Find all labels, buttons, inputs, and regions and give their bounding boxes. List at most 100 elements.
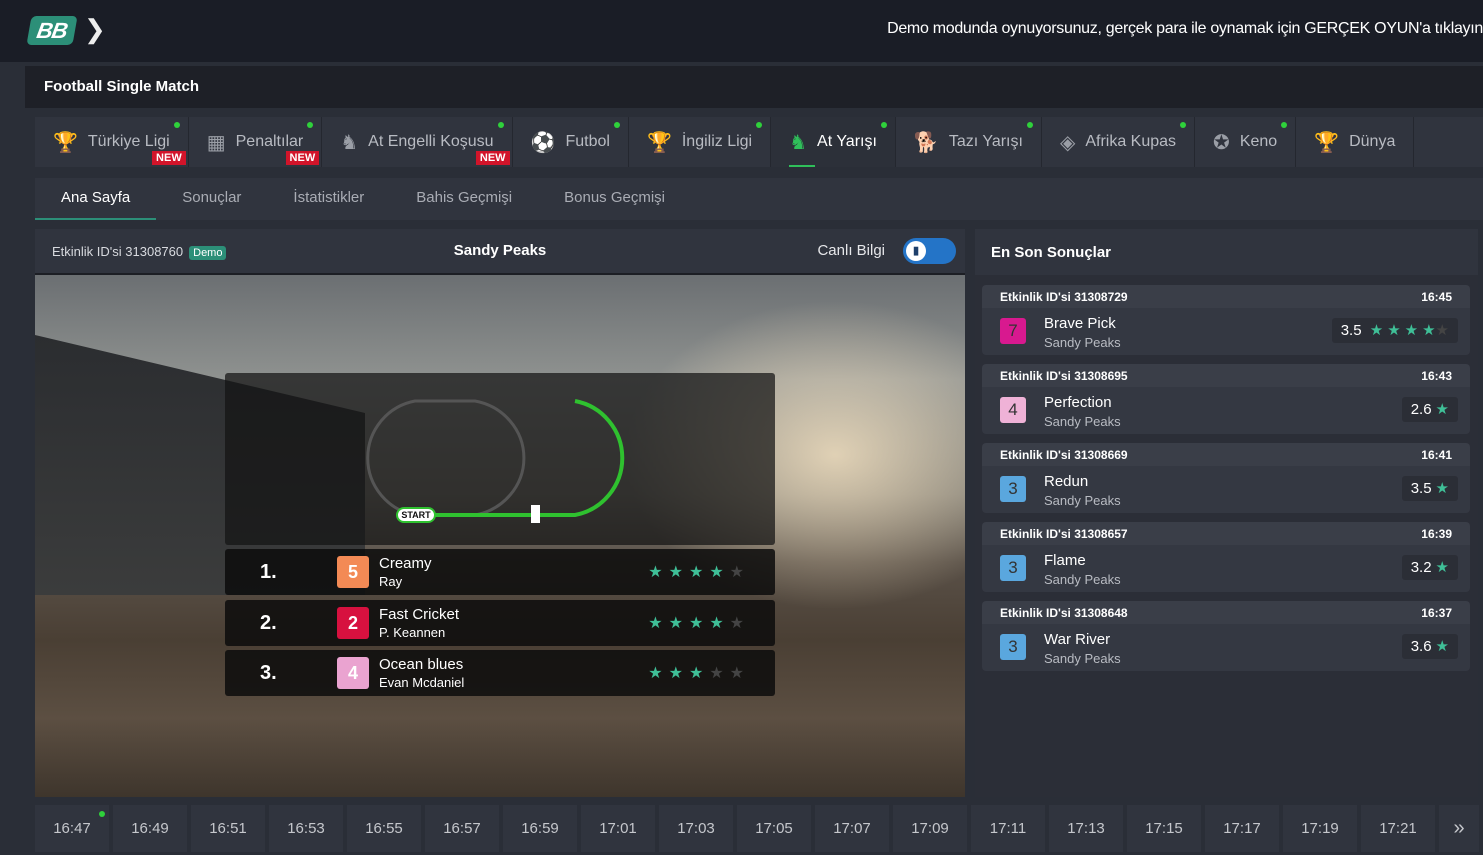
star-icon: ★ bbox=[648, 665, 669, 682]
card-header: Etkinlik ID'si 31308669 16:41 bbox=[982, 443, 1470, 466]
result-row: 3. 4 Ocean blues Evan Mcdaniel ★★★★★ bbox=[225, 650, 775, 696]
event-time: 16:43 bbox=[1421, 369, 1452, 383]
race-header: Etkinlik ID'si 31308760 Demo Sandy Peaks … bbox=[35, 229, 965, 273]
star-icon: ★ bbox=[1435, 638, 1449, 655]
race-time-button[interactable]: 16:57 bbox=[425, 805, 499, 852]
tab-label: At Engelli Koşusu bbox=[368, 133, 494, 150]
star-icon: ★ bbox=[668, 564, 689, 581]
position: 2. bbox=[260, 611, 277, 634]
next-times-button[interactable]: » bbox=[1439, 805, 1479, 852]
star-rating: ★★★★★ bbox=[648, 663, 750, 683]
horse-name: Flame bbox=[1044, 552, 1086, 569]
horse-number: 4 bbox=[1000, 397, 1026, 423]
horse-name: War River bbox=[1044, 631, 1111, 648]
star-icon: ★ bbox=[1387, 322, 1401, 339]
race-time-button[interactable]: 17:19 bbox=[1283, 805, 1357, 852]
live-indicator bbox=[1180, 122, 1187, 128]
horse-name: Perfection bbox=[1044, 394, 1112, 411]
result-card[interactable]: Etkinlik ID'si 31308648 16:37 3 War River Sa… bbox=[982, 601, 1470, 673]
logo[interactable]: BB bbox=[26, 16, 78, 45]
tab-horse-jump[interactable]: ♞ At Engelli Koşusu NEW bbox=[322, 117, 513, 167]
subnav-item[interactable]: İstatistikler bbox=[267, 178, 390, 220]
star-icon: ★ bbox=[729, 665, 750, 682]
finish-flag-icon bbox=[531, 505, 540, 523]
horse-jump-icon: ♞ bbox=[340, 131, 359, 154]
subnav-item[interactable]: Bonus Geçmişi bbox=[538, 178, 691, 220]
star-icon: ★ bbox=[1435, 559, 1449, 576]
tab-soccer-ball[interactable]: ⚽ Futbol bbox=[513, 117, 629, 167]
star-icon: ★ bbox=[668, 665, 689, 682]
tab-trophy[interactable]: 🏆 Türkiye Ligi NEW bbox=[35, 117, 189, 167]
horse-name: Redun bbox=[1044, 473, 1089, 490]
rating-value: 3.6 bbox=[1410, 638, 1432, 655]
live-info-toggle[interactable]: ▮ bbox=[903, 238, 956, 264]
race-time-button[interactable]: 17:11 bbox=[971, 805, 1045, 852]
horse-number: 7 bbox=[1000, 318, 1026, 344]
race-time-button[interactable]: 17:03 bbox=[659, 805, 733, 852]
subnav-item[interactable]: Bahis Geçmişi bbox=[390, 178, 538, 220]
track-map: START bbox=[225, 373, 775, 545]
rating: 3.5 ★ ★ ★ ★★ bbox=[1331, 318, 1458, 343]
card-body: 3 War River Sandy Peaks 3.6 ★ bbox=[982, 624, 1470, 671]
race-time-button[interactable]: 16:53 bbox=[269, 805, 343, 852]
horse-number: 4 bbox=[337, 657, 369, 689]
horse-number: 3 bbox=[1000, 555, 1026, 581]
live-indicator bbox=[497, 122, 504, 128]
horse-number: 3 bbox=[1000, 634, 1026, 660]
race-time-button[interactable]: 16:47 bbox=[35, 805, 109, 852]
goal-icon: ▦ bbox=[206, 131, 226, 154]
sub-navigation: Ana Sayfa Sonuçlar İstatistikler Bahis Geçm… bbox=[35, 178, 1483, 220]
tab-keno[interactable]: ✪ Keno bbox=[1195, 117, 1297, 167]
subnav-item[interactable]: Ana Sayfa bbox=[35, 178, 157, 220]
result-card[interactable]: Etkinlik ID'si 31308657 16:39 3 Flame Sandy … bbox=[982, 522, 1470, 594]
race-time-button[interactable]: 17:01 bbox=[581, 805, 655, 852]
race-time-button[interactable]: 16:55 bbox=[347, 805, 421, 852]
trophy-icon: 🏆 bbox=[1314, 131, 1340, 154]
top-bar: BB ❯ Demo modunda oynuyorsunuz, gerçek p… bbox=[0, 0, 1483, 62]
star-icon: ★ bbox=[709, 665, 730, 682]
trophy-icon: 🏆 bbox=[53, 131, 78, 154]
result-card[interactable]: Etkinlik ID'si 31308695 16:43 4 Perfection S… bbox=[982, 364, 1470, 436]
tab-trophy[interactable]: 🏆 Dünya bbox=[1296, 117, 1415, 167]
race-time-button[interactable]: 16:59 bbox=[503, 805, 577, 852]
rating-value: 2.6 bbox=[1410, 401, 1432, 418]
tab-horse[interactable]: ♞ At Yarışı bbox=[771, 117, 896, 167]
race-time-button[interactable]: 17:13 bbox=[1049, 805, 1123, 852]
race-time-button[interactable]: 16:49 bbox=[113, 805, 187, 852]
tab-trophy[interactable]: 🏆 İngiliz Ligi bbox=[629, 117, 772, 167]
latest-results-panel: En Son Sonuçlar Etkinlik ID'si 31308729 1… bbox=[975, 229, 1478, 797]
chevron-right-icon[interactable]: ❯ bbox=[84, 14, 106, 45]
star-icon: ★ bbox=[1422, 322, 1436, 339]
tab-label: Keno bbox=[1239, 133, 1278, 150]
event-time: 16:41 bbox=[1421, 448, 1452, 462]
tab-africa[interactable]: ◈ Afrika Kupas bbox=[1042, 117, 1196, 167]
horse-number: 2 bbox=[337, 606, 369, 639]
star-icon: ★ bbox=[1435, 401, 1449, 418]
horse-number: 5 bbox=[337, 556, 369, 588]
latest-results-title: En Son Sonuçlar bbox=[975, 229, 1478, 275]
race-time-button[interactable]: 17:15 bbox=[1127, 805, 1201, 852]
chart-icon: ▮ bbox=[906, 241, 926, 261]
race-time-button[interactable]: 16:51 bbox=[191, 805, 265, 852]
tab-goal[interactable]: ▦ Penaltılar NEW bbox=[189, 117, 323, 167]
star-rating: ★★★★★ bbox=[648, 613, 750, 633]
race-time-button[interactable]: 17:05 bbox=[737, 805, 811, 852]
track-name: Sandy Peaks bbox=[1044, 414, 1121, 429]
trophy-icon: 🏆 bbox=[646, 131, 672, 154]
horse-number: 3 bbox=[1000, 476, 1026, 502]
result-card[interactable]: Etkinlik ID'si 31308729 16:45 7 Brave Pick S… bbox=[982, 285, 1470, 357]
race-time-button[interactable]: 17:21 bbox=[1361, 805, 1435, 852]
demo-message[interactable]: Demo modunda oynuyorsunuz, gerçek para i… bbox=[887, 20, 1483, 38]
track-name: Sandy Peaks bbox=[1044, 651, 1121, 666]
rating-value: 3.5 bbox=[1410, 480, 1432, 497]
race-time-button[interactable]: 17:09 bbox=[893, 805, 967, 852]
tab-greyhound[interactable]: 🐕 Tazı Yarışı bbox=[896, 117, 1042, 167]
race-time-button[interactable]: 17:17 bbox=[1205, 805, 1279, 852]
race-time-button[interactable]: 17:07 bbox=[815, 805, 889, 852]
tab-label: Tazı Yarışı bbox=[948, 133, 1023, 150]
subnav-item[interactable]: Sonuçlar bbox=[156, 178, 267, 220]
horse-name: Creamy bbox=[379, 555, 432, 572]
new-badge: NEW bbox=[475, 151, 510, 165]
tab-label: Türkiye Ligi bbox=[87, 133, 170, 150]
result-card[interactable]: Etkinlik ID'si 31308669 16:41 3 Redun Sandy … bbox=[982, 443, 1470, 515]
